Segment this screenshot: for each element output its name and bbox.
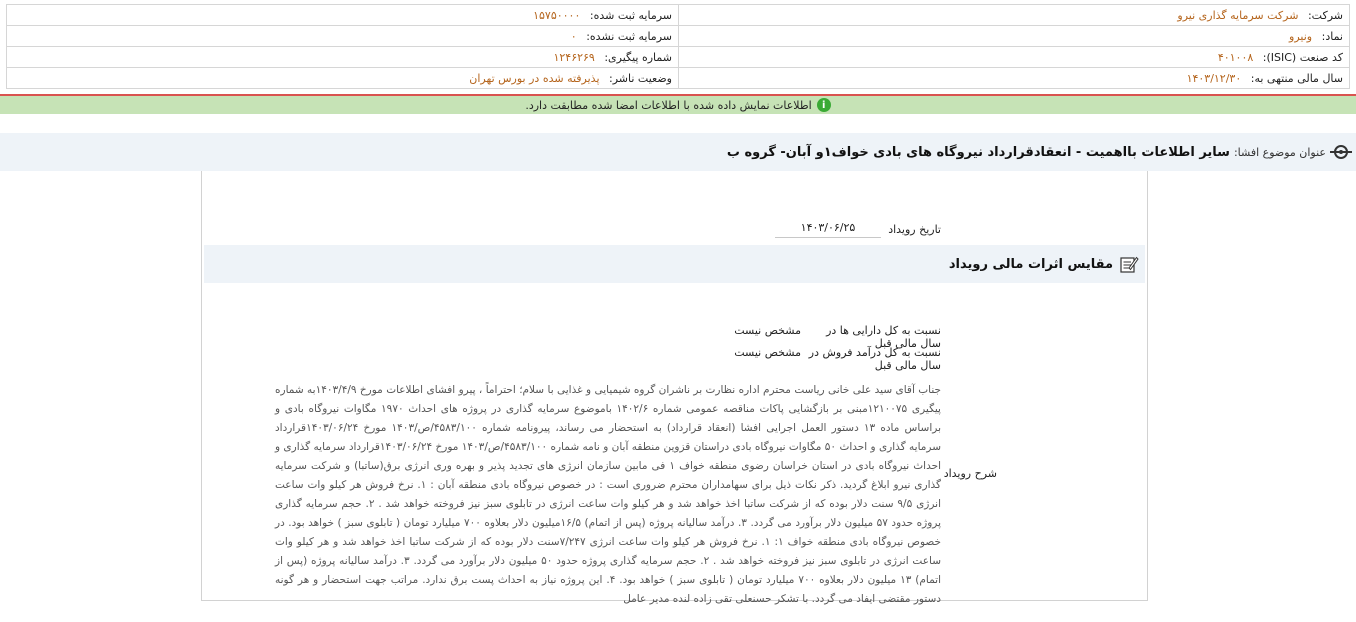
company-cell: شرکت: شرکت سرمایه گذاری نیرو xyxy=(678,4,1350,26)
symbol-label: نماد: xyxy=(1321,29,1343,43)
isic-label: کد صنعت (ISIC): xyxy=(1262,50,1343,64)
status-message: اطلاعات نمایش داده شده با اطلاعات امضا ش… xyxy=(525,98,812,112)
registered-capital-label: سرمایه ثبت شده: xyxy=(589,8,672,22)
registered-capital-cell: سرمایه ثبت شده: ۱۵۷۵۰۰۰۰ xyxy=(6,4,679,26)
unregistered-capital-value: ۰ xyxy=(570,29,577,43)
symbol-cell: نماد: ونیرو xyxy=(678,25,1350,47)
registered-capital-value: ۱۵۷۵۰۰۰۰ xyxy=(533,8,581,22)
isic-cell: کد صنعت (ISIC): ۴۰۱۰۰۸ xyxy=(678,46,1350,68)
unregistered-capital-cell: سرمایه ثبت نشده: ۰ xyxy=(6,25,679,47)
event-date-label: تاریخ رویداد xyxy=(888,223,941,236)
publisher-status-label: وضعیت ناشر: xyxy=(609,71,672,85)
fiscal-year-cell: سال مالی منتهی به: ۱۴۰۳/۱۲/۳۰ xyxy=(678,67,1350,89)
subject-title: سایر اطلاعات بااهمیت - انعقادقرارداد نیر… xyxy=(726,144,1230,160)
revenue-ratio-row: نسبت به کل درآمد فروش در سال مالی قبل مش… xyxy=(734,346,941,372)
unregistered-capital-label: سرمایه ثبت نشده: xyxy=(586,29,672,43)
financial-impact-header: مقایس اثرات مالی رویداد xyxy=(204,245,1145,283)
revenue-ratio-label: نسبت به کل درآمد فروش در سال مالی قبل xyxy=(808,346,941,372)
revenue-ratio-value: مشخص نیست xyxy=(734,346,801,359)
content-box: تاریخ رویداد ۱۴۰۳/۰۶/۲۵ مقایس اثرات مالی… xyxy=(201,171,1148,605)
subject-label: عنوان موضوع افشا: xyxy=(1233,145,1326,159)
company-info-table: شرکت: شرکت سرمایه گذاری نیرو سرمایه ثبت … xyxy=(6,4,1350,89)
event-date-value: ۱۴۰۳/۰۶/۲۵ xyxy=(775,221,881,238)
edit-note-icon xyxy=(1120,256,1139,273)
description-text: جناب آقای سید علی خانی ریاست محترم اداره… xyxy=(275,384,942,605)
info-icon: i xyxy=(816,98,831,112)
financial-impact-title: مقایس اثرات مالی رویداد xyxy=(948,256,1113,272)
description-label: شرح رویداد xyxy=(943,467,997,480)
publisher-status-cell: وضعیت ناشر: پذیرفته شده در بورس تهران xyxy=(6,67,679,89)
tracking-value: ۱۲۴۶۲۶۹ xyxy=(553,50,595,64)
target-icon xyxy=(1330,145,1352,159)
fiscal-year-label: سال مالی منتهی به: xyxy=(1250,71,1343,85)
publisher-status-value: پذیرفته شده در بورس تهران xyxy=(469,71,600,85)
event-date-row: تاریخ رویداد ۱۴۰۳/۰۶/۲۵ xyxy=(775,221,941,238)
subject-band: عنوان موضوع افشا: سایر اطلاعات بااهمیت -… xyxy=(0,133,1356,171)
company-label: شرکت: xyxy=(1307,8,1343,22)
company-value: شرکت سرمایه گذاری نیرو xyxy=(1177,8,1299,22)
signature-status-bar: i اطلاعات نمایش داده شده با اطلاعات امضا… xyxy=(0,94,1356,114)
symbol-value: ونیرو xyxy=(1289,29,1313,43)
isic-value: ۴۰۱۰۰۸ xyxy=(1217,50,1254,64)
fiscal-year-value: ۱۴۰۳/۱۲/۳۰ xyxy=(1186,71,1242,85)
tracking-label: شماره پیگیری: xyxy=(604,50,672,64)
tracking-cell: شماره پیگیری: ۱۲۴۶۲۶۹ xyxy=(6,46,679,68)
